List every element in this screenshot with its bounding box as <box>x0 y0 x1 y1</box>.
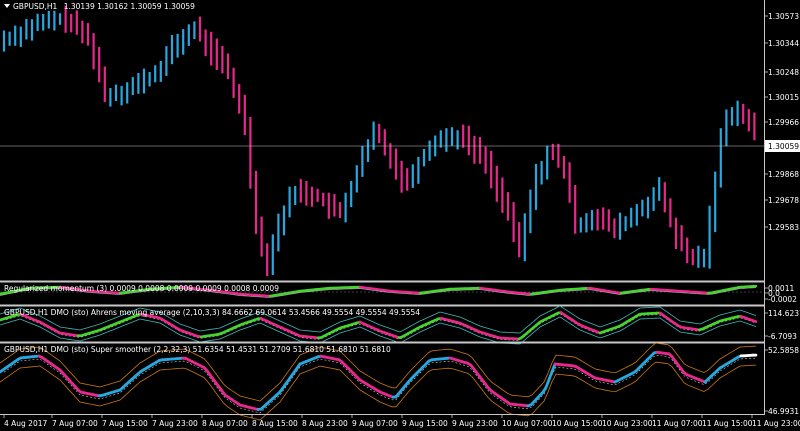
time-label: 10 Aug 15:00 <box>552 419 603 428</box>
current-price-label: 1.30059 <box>768 142 799 151</box>
time-label: 7 Aug 15:00 <box>102 419 148 428</box>
time-label: 7 Aug 23:00 <box>152 419 198 428</box>
smoother-axis-tick-label: 52.5858 <box>768 346 799 355</box>
ahrens-axis-tick-label: -6.7093 <box>768 332 797 341</box>
price-axis-tick-label: 1.29966 <box>768 118 799 127</box>
time-label: 4 Aug 2017 <box>4 419 47 428</box>
price-axis-tick-label: 1.30015 <box>768 93 799 102</box>
time-label: 11 Aug 15:00 <box>702 419 753 428</box>
momentum-axis-tick-label: -0.0002 <box>768 295 797 304</box>
time-label: 8 Aug 15:00 <box>252 419 298 428</box>
price-axis-tick-label: 1.29868 <box>768 170 799 179</box>
time-label: 11 Aug 07:00 <box>652 419 703 428</box>
ahrens-axis-tick-label: 114.6237 <box>768 309 800 318</box>
time-label: 10 Aug 23:00 <box>602 419 653 428</box>
smoother-axis-tick-label: 46.9931 <box>768 407 799 416</box>
time-label: 9 Aug 23:00 <box>452 419 498 428</box>
time-label: 8 Aug 23:00 <box>302 419 348 428</box>
price-axis-tick-label: 1.29583 <box>768 223 799 232</box>
price-axis-tick-label: 1.30248 <box>768 68 799 77</box>
price-axis-tick-label: 1.29678 <box>768 196 799 205</box>
price-axis-tick-label: 1.30573 <box>768 12 799 21</box>
time-label: 8 Aug 07:00 <box>202 419 248 428</box>
time-label: 7 Aug 07:00 <box>52 419 98 428</box>
ahrens-segment <box>751 319 758 323</box>
price-axis-tick-label: 1.30344 <box>768 39 799 48</box>
chart-canvas[interactable]: 1.30573 1.30344 1.30248 1.30015 1.29966 1.298… <box>0 0 800 431</box>
time-label: 10 Aug 07:00 <box>502 419 553 428</box>
time-label: 11 Aug 23:00 <box>752 419 800 428</box>
time-label: 9 Aug 07:00 <box>352 419 398 428</box>
time-label: 9 Aug 15:00 <box>402 419 448 428</box>
